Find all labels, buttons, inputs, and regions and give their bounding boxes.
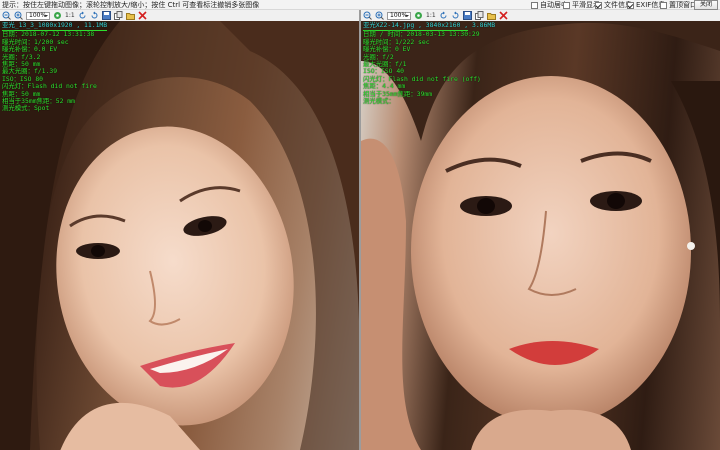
close-button[interactable]: 关闭 — [694, 0, 718, 10]
save-icon[interactable] — [101, 11, 111, 20]
open-icon[interactable] — [125, 11, 135, 20]
save-icon[interactable] — [462, 11, 472, 20]
copy-icon[interactable] — [474, 11, 484, 20]
exif-line: 测光模式：Spot — [2, 104, 50, 113]
copy-icon[interactable] — [113, 11, 123, 20]
exif-title: 亚光XZ2-14.jpg , 3840x2160 , 3.86MB — [363, 21, 496, 29]
fit-icon[interactable] — [53, 11, 62, 20]
delete-icon[interactable] — [499, 11, 508, 20]
left-image-pane[interactable]: 亚光_13_3_1080x1920 , 11.1MB 日期：2018-07-12… — [0, 21, 359, 450]
checkbox-box[interactable] — [563, 1, 570, 9]
hint-text: 提示：按住左键拖动图像；滚轮控制放大/缩小；按住 Ctrl 可查看标注撤销多张图… — [2, 1, 260, 9]
zoom-out-icon[interactable] — [2, 11, 11, 20]
checkbox-box[interactable] — [595, 1, 602, 9]
right-pane-toolbar: 100% 1:1 — [363, 10, 719, 21]
exif-overlay-left: 亚光_13_3_1080x1920 , 11.1MB 日期：2018-07-12… — [2, 21, 108, 113]
ratio-label[interactable]: 1:1 — [65, 12, 75, 19]
left-pane-toolbar: 100% 1:1 — [2, 10, 358, 21]
rotate-left-icon[interactable] — [78, 11, 87, 20]
checkbox-box[interactable] — [660, 1, 667, 9]
top-toolbar: 提示：按住左键拖动图像；滚轮控制放大/缩小；按住 Ctrl 可查看标注撤销多张图… — [0, 0, 720, 10]
open-icon[interactable] — [486, 11, 496, 20]
rotate-left-icon[interactable] — [439, 11, 448, 20]
zoom-select[interactable]: 100% — [26, 11, 50, 20]
exif-overlay-right: 亚光XZ2-14.jpg , 3840x2160 , 3.86MB 日期 / 时… — [363, 21, 496, 106]
zoom-in-icon[interactable] — [14, 11, 23, 20]
ratio-label[interactable]: 1:1 — [426, 12, 436, 19]
always-on-top-checkbox[interactable]: 置顶窗口 — [660, 1, 697, 9]
checkbox-label: 置顶窗口 — [669, 1, 697, 9]
zoom-in-icon[interactable] — [375, 11, 384, 20]
rotate-right-icon[interactable] — [451, 11, 460, 20]
fit-icon[interactable] — [414, 11, 423, 20]
exif-title: 亚光_13_3_1080x1920 , 11.1MB — [2, 21, 108, 29]
zoom-select[interactable]: 100% — [387, 11, 411, 20]
rotate-right-icon[interactable] — [90, 11, 99, 20]
zoom-out-icon[interactable] — [363, 11, 372, 20]
exif-line: 测光模式： — [363, 97, 395, 106]
checkbox-box[interactable] — [627, 1, 634, 9]
right-image-pane[interactable]: 亚光XZ2-14.jpg , 3840x2160 , 3.86MB 日期 / 时… — [361, 21, 720, 450]
delete-icon[interactable] — [138, 11, 147, 20]
checkbox-box[interactable] — [531, 1, 538, 9]
